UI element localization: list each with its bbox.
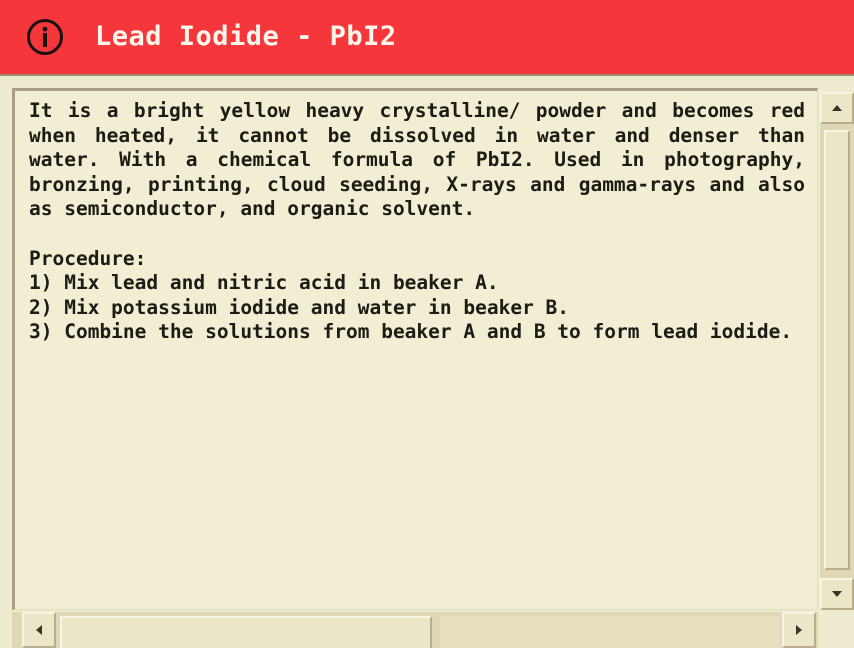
- scroll-down-button[interactable]: [820, 578, 854, 610]
- window-title: Lead Iodide - PbI2: [95, 21, 397, 52]
- scroll-up-button[interactable]: [820, 92, 854, 124]
- scroll-right-button[interactable]: [782, 612, 816, 648]
- scroll-left-button[interactable]: [22, 612, 56, 648]
- arrow-right-icon: [784, 614, 814, 646]
- procedure-step: 1) Mix lead and nitric acid in beaker A.: [29, 271, 499, 295]
- arrow-up-icon: [822, 94, 852, 122]
- vertical-scroll-thumb[interactable]: [824, 130, 850, 570]
- text-panel[interactable]: It is a bright yellow heavy crystalline/…: [12, 88, 818, 610]
- vertical-scrollbar[interactable]: [820, 92, 854, 610]
- info-circle-icon: [26, 18, 64, 56]
- procedure-step: 2) Mix potassium iodide and water in bea…: [29, 295, 570, 319]
- title-bar: Lead Iodide - PbI2: [0, 0, 854, 76]
- horizontal-scrollbar[interactable]: [12, 612, 818, 648]
- info-window: Lead Iodide - PbI2 It is a bright yellow…: [0, 0, 854, 648]
- procedure-section: Procedure: 1) Mix lead and nitric acid i…: [29, 247, 805, 345]
- scrollbar-corner: [820, 612, 854, 648]
- procedure-step: 3) Combine the solutions from beaker A a…: [29, 320, 793, 344]
- horizontal-scroll-thumb[interactable]: [60, 616, 432, 648]
- arrow-left-icon: [24, 614, 54, 646]
- procedure-heading: Procedure:: [29, 246, 147, 270]
- description-text: It is a bright yellow heavy crystalline/…: [29, 99, 805, 221]
- title-divider: [0, 76, 854, 88]
- text-content: It is a bright yellow heavy crystalline/…: [29, 99, 805, 345]
- horizontal-scroll-track[interactable]: [440, 616, 780, 648]
- arrow-down-icon: [822, 580, 852, 608]
